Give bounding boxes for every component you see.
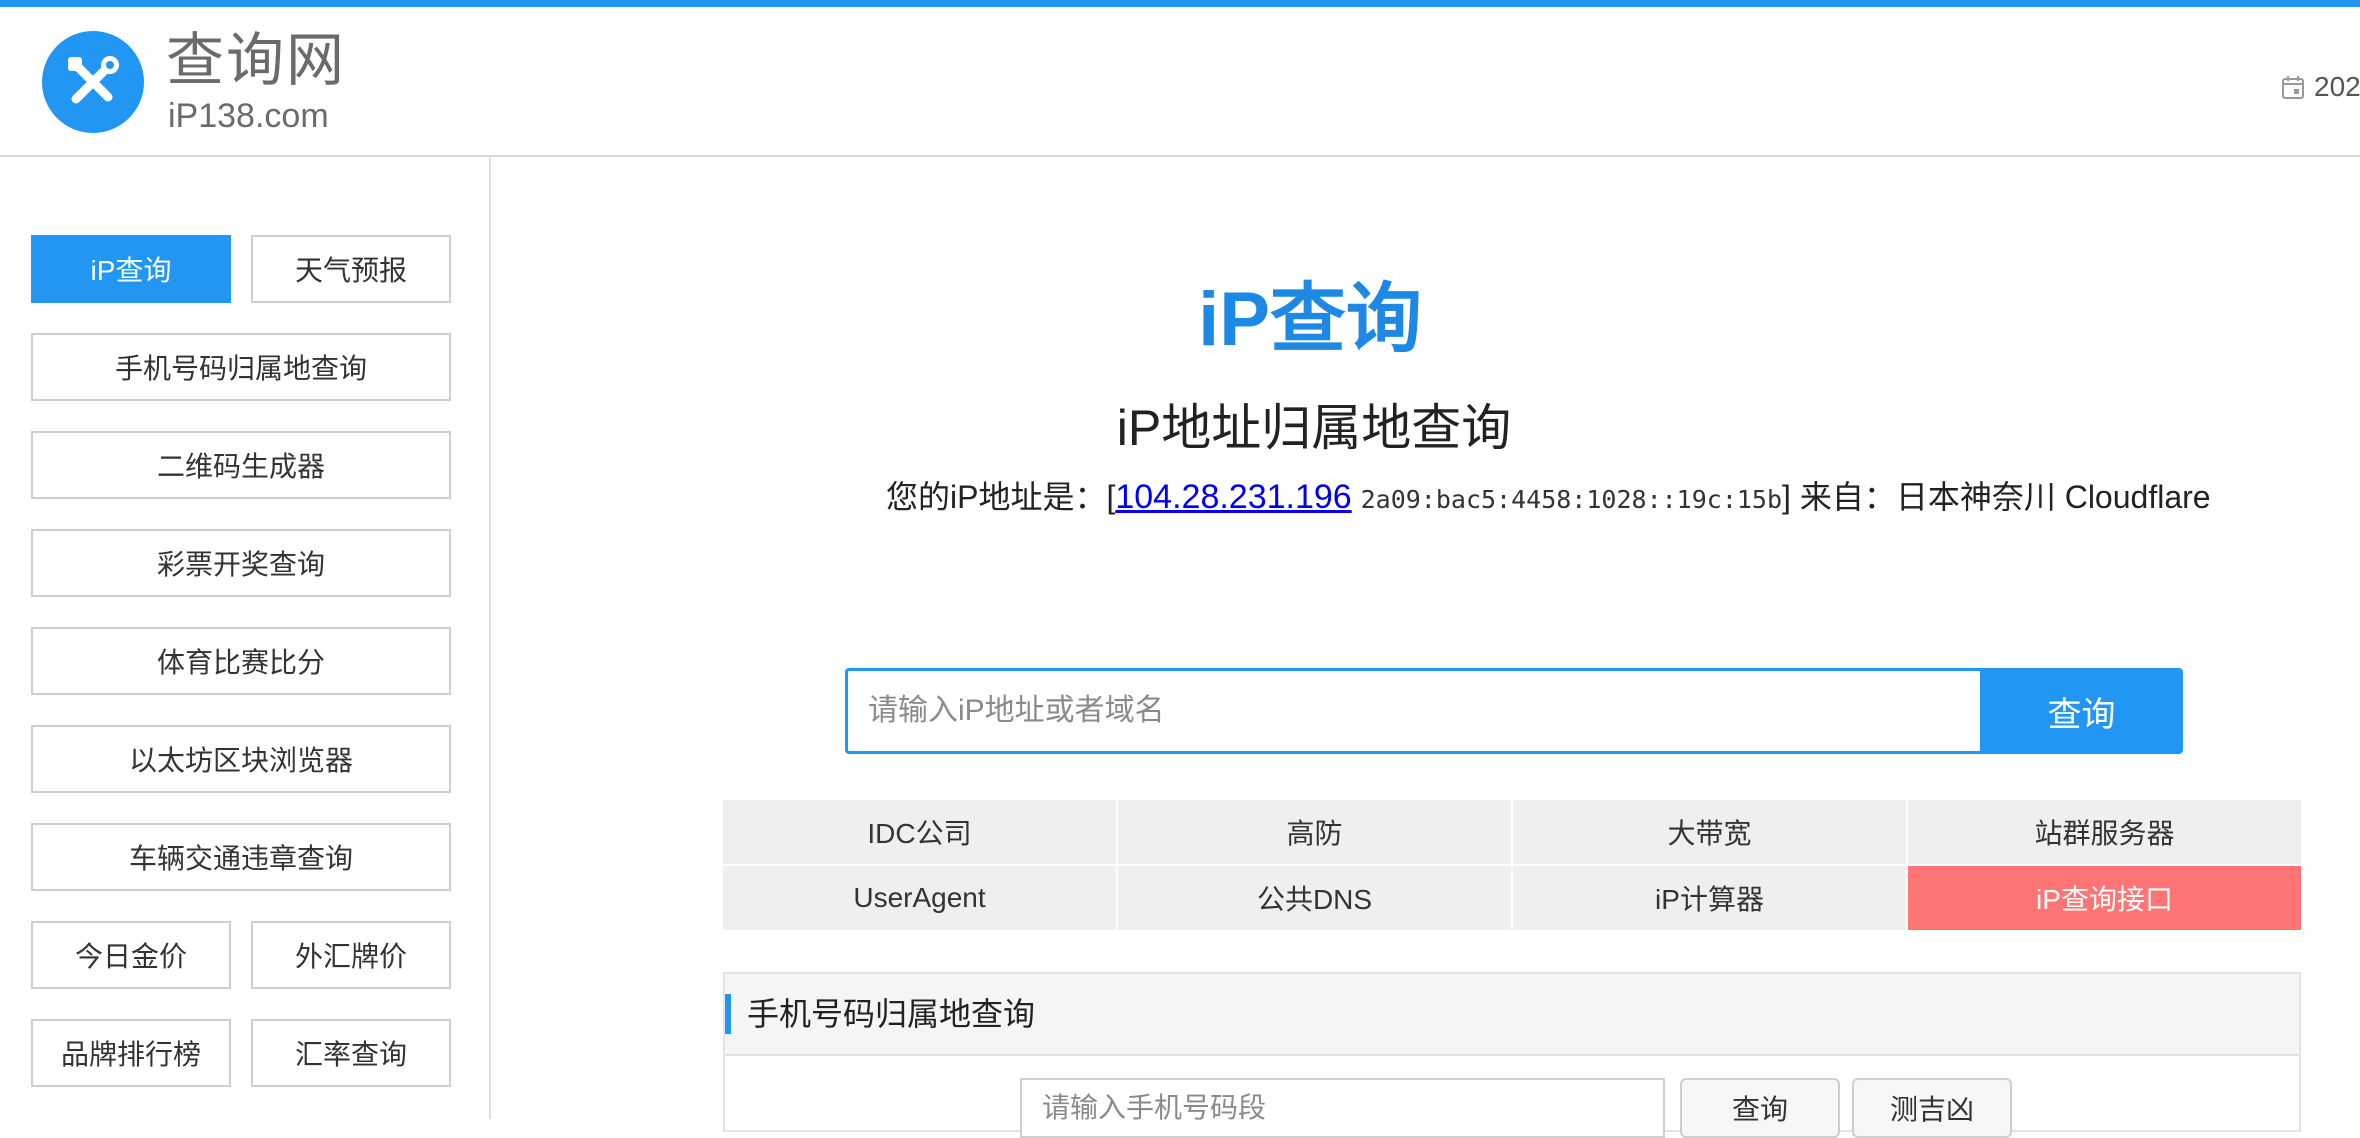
- sidebar-item-brand-ranking[interactable]: 品牌排行榜: [31, 1019, 231, 1087]
- page-title: iP查询: [1198, 277, 1422, 362]
- ip-search-input[interactable]: [848, 671, 1978, 751]
- quick-link-ddos-protection[interactable]: 高防: [1118, 800, 1511, 864]
- sidebar-item-lottery[interactable]: 彩票开奖查询: [31, 529, 451, 597]
- sidebar-item-gold-price[interactable]: 今日金价: [31, 921, 231, 989]
- ip-search-button[interactable]: 查询: [1980, 668, 2183, 754]
- quick-link-useragent[interactable]: UserAgent: [723, 866, 1116, 930]
- ip-info-line: 您的iP地址是：[104.28.231.196 2a09:bac5:4458:1…: [886, 476, 2211, 521]
- ip-prefix: 您的iP地址是：[: [886, 479, 1116, 515]
- quick-link-public-dns[interactable]: 公共DNS: [1118, 866, 1511, 930]
- sidebar-item-ip-query[interactable]: iP查询: [31, 235, 231, 303]
- date-text: 202: [2314, 71, 2360, 102]
- ip-address-link[interactable]: 104.28.231.196: [1115, 478, 1351, 516]
- ip-search-box: 查询: [845, 668, 2183, 754]
- logo-title[interactable]: 查询网: [166, 29, 346, 93]
- ipv6-address: 2a09:bac5:4458:1028::19c:15b: [1360, 485, 1783, 514]
- phone-lookup-panel: 手机号码归属地查询 查询 测吉凶: [723, 972, 2301, 1138]
- quick-link-ip-api[interactable]: iP查询接口: [1908, 866, 2301, 930]
- header-date: 202: [2282, 71, 2360, 103]
- quick-link-idc[interactable]: IDC公司: [723, 800, 1116, 864]
- sidebar-item-sports-score[interactable]: 体育比赛比分: [31, 627, 451, 695]
- sidebar: iP查询 天气预报 手机号码归属地查询 二维码生成器 彩票开奖查询 体育比赛比分…: [0, 157, 491, 1119]
- sidebar-item-qrcode[interactable]: 二维码生成器: [31, 431, 451, 499]
- sidebar-item-phone-location[interactable]: 手机号码归属地查询: [31, 333, 451, 401]
- sidebar-item-traffic-violation[interactable]: 车辆交通违章查询: [31, 823, 451, 891]
- sidebar-item-exchange-rate[interactable]: 汇率查询: [251, 1019, 451, 1087]
- phone-luck-button[interactable]: 测吉凶: [1852, 1078, 2012, 1138]
- ip-location: ] 来自：日本神奈川 Cloudflare: [1782, 479, 2211, 515]
- sidebar-item-ethereum-explorer[interactable]: 以太坊区块浏览器: [31, 725, 451, 793]
- calendar-icon: [2282, 76, 2304, 99]
- logo-subtitle[interactable]: iP138.com: [168, 97, 329, 135]
- sidebar-item-forex[interactable]: 外汇牌价: [251, 921, 451, 989]
- phone-number-input[interactable]: [1020, 1078, 1665, 1138]
- quick-link-bandwidth[interactable]: 大带宽: [1513, 800, 1906, 864]
- phone-panel-header: 手机号码归属地查询: [725, 974, 2299, 1056]
- sidebar-item-weather[interactable]: 天气预报: [251, 235, 451, 303]
- quick-link-site-cluster[interactable]: 站群服务器: [1908, 800, 2301, 864]
- header: 查询网 iP138.com 202: [0, 7, 2360, 157]
- quick-links-grid: IDC公司 高防 大带宽 站群服务器 UserAgent 公共DNS iP计算器…: [723, 800, 2301, 930]
- phone-panel-title: 手机号码归属地查询: [747, 996, 1036, 1032]
- section-accent-bar: [725, 994, 731, 1034]
- quick-link-ip-calculator[interactable]: iP计算器: [1513, 866, 1906, 930]
- page-subtitle: iP地址归属地查询: [1116, 400, 1512, 456]
- logo-tools-icon[interactable]: [42, 31, 144, 133]
- top-accent-bar: [0, 0, 2360, 7]
- phone-query-button[interactable]: 查询: [1680, 1078, 1840, 1138]
